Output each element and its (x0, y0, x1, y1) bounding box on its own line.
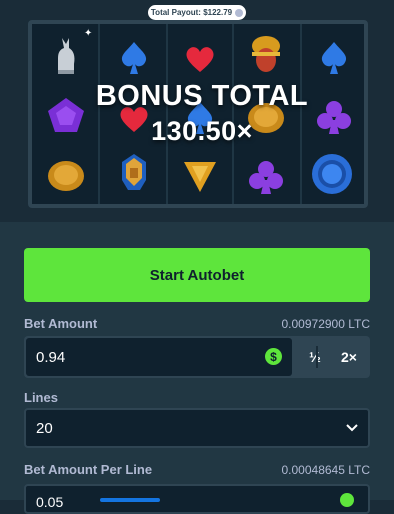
bet-amount-value: 0.94 (36, 348, 66, 366)
bet-per-line-crypto: 0.00048645 LTC (281, 463, 370, 477)
lines-value: 20 (36, 419, 53, 437)
dollar-icon: $ (265, 348, 282, 365)
sparkle-icon: ✦ (84, 28, 93, 39)
bet-amount-row: 0.94 $ ½ 2× (24, 336, 370, 378)
spade-icon (112, 36, 156, 80)
bet-per-line-input[interactable]: 0.05 (24, 484, 370, 514)
coin-icon (235, 8, 244, 17)
button-divider (316, 346, 318, 368)
input-highlight (100, 498, 160, 502)
bet-amount-label: Bet Amount (24, 316, 98, 331)
total-payout-badge: Total Payout: $122.79 (148, 5, 246, 20)
double-bet-button[interactable]: 2× (330, 336, 368, 378)
bonus-total-title: BONUS TOTAL (95, 80, 309, 112)
total-payout-label: Total Payout: $122.79 (150, 8, 233, 17)
bonus-total-multiplier: 130.50× (151, 116, 253, 146)
bet-amount-input[interactable]: 0.94 $ (26, 338, 292, 376)
pharaoh-icon (112, 150, 156, 194)
bet-per-line-label: Bet Amount Per Line (24, 462, 153, 477)
reel-divider (166, 24, 168, 204)
bet-per-line-value: 0.05 (36, 494, 64, 510)
slot-game-area: Total Payout: $122.79 ✦ BONUS TOTAL 130.… (0, 0, 394, 222)
reel-divider (98, 24, 100, 204)
anubis-icon (44, 34, 88, 78)
blue-ring-icon (310, 152, 354, 196)
triangle-gem-icon (178, 154, 222, 198)
dollar-icon (340, 493, 354, 507)
bet-amount-crypto: 0.00972900 LTC (281, 317, 370, 331)
scarab-icon (244, 32, 288, 76)
lines-select[interactable]: 20 (24, 408, 370, 448)
start-autobet-button[interactable]: Start Autobet (24, 248, 370, 302)
slot-reels: ✦ BONUS TOTAL 130.50× (28, 20, 368, 208)
reel-divider (300, 24, 302, 204)
lines-label: Lines (24, 390, 58, 405)
club-icon (244, 156, 288, 200)
spade-icon (312, 36, 356, 80)
heart-icon (178, 36, 222, 80)
bet-panel: Start Autobet Bet Amount 0.00972900 LTC … (0, 222, 394, 514)
reel-divider (232, 24, 234, 204)
gold-coin-icon (44, 154, 88, 198)
half-bet-button[interactable]: ½ (296, 336, 334, 378)
chevron-down-icon (346, 424, 358, 432)
